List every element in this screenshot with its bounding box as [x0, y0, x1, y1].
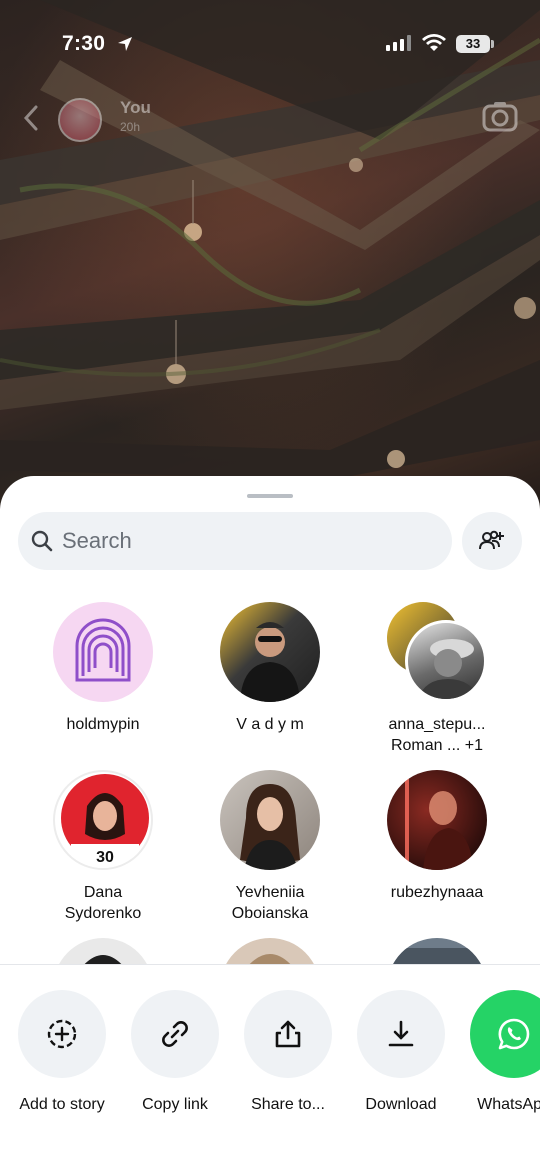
search-icon [31, 530, 53, 552]
avatar [220, 938, 320, 964]
person-photo [240, 622, 300, 702]
location-arrow-icon [118, 37, 132, 51]
contact-name: V a d y m [236, 716, 304, 733]
search-input[interactable] [62, 512, 442, 570]
contact-name: Yevheniia [235, 884, 305, 901]
avatar [387, 938, 487, 964]
action-circle [357, 990, 445, 1078]
add-people-icon [479, 530, 504, 550]
story-avatar[interactable] [58, 98, 102, 142]
contact-name-line2: Oboianska [231, 905, 309, 922]
share-actions-row: Add to story Copy link Share to... Downl… [0, 990, 540, 1130]
contact-name-line2: Sydorenko [64, 905, 142, 922]
contact-name: anna_stepu... [388, 716, 486, 733]
download-button[interactable]: Download [345, 990, 457, 1114]
person-photo [240, 784, 300, 870]
status-time: 7:30 [62, 32, 106, 55]
avatar [220, 602, 320, 702]
battery-tip [491, 40, 494, 48]
contact-name: Dana [83, 884, 123, 901]
contact-rubezhynaaa[interactable]: rubezhynaaa [352, 770, 522, 903]
avatar [53, 938, 153, 964]
contact-partial[interactable] [18, 938, 188, 964]
contact-yevheniia-oboianska[interactable]: Yevheniia Oboianska [185, 770, 355, 924]
contact-name: holdmypin [66, 716, 140, 733]
contact-name: rubezhynaaa [390, 884, 484, 901]
contact-name-line2: Roman ... +1 [390, 737, 484, 754]
add-story-icon [47, 1019, 77, 1049]
action-circle [131, 990, 219, 1078]
cellular-signal-icon [386, 35, 411, 51]
person-photo [405, 770, 473, 870]
avatar [220, 770, 320, 870]
share-icon [275, 1020, 301, 1048]
share-sheet: holdmypin V a d y m [0, 476, 540, 1174]
action-circle [18, 990, 106, 1078]
person-photo: 30 [61, 774, 149, 868]
action-label: Share to... [251, 1096, 325, 1113]
story-timestamp: 20h [120, 120, 141, 134]
action-circle [470, 990, 540, 1078]
create-group-button[interactable] [462, 512, 522, 570]
wifi-icon [422, 34, 446, 51]
contact-vadym[interactable]: V a d y m [185, 602, 355, 735]
back-chevron-icon[interactable] [22, 104, 40, 132]
actions-divider [0, 964, 540, 965]
link-icon [162, 1021, 188, 1047]
holdmypin-logo-icon [75, 618, 131, 682]
whatsapp-button[interactable]: WhatsApp [458, 990, 540, 1114]
search-bar[interactable] [18, 512, 452, 570]
story-username: You [120, 98, 151, 117]
action-label: Add to story [19, 1096, 105, 1113]
group-avatar [387, 602, 487, 702]
copy-link-button[interactable]: Copy link [119, 990, 231, 1114]
whatsapp-icon [498, 1018, 530, 1050]
download-icon [388, 1020, 414, 1047]
story-header: You 20h [0, 92, 540, 152]
action-label: Download [365, 1096, 437, 1113]
sheet-grabber[interactable] [247, 494, 293, 498]
add-to-story-button[interactable]: Add to story [6, 990, 118, 1114]
avatar [387, 770, 487, 870]
avatar [53, 602, 153, 702]
svg-text:30: 30 [96, 849, 114, 866]
contact-partial[interactable] [185, 938, 355, 964]
action-circle [244, 990, 332, 1078]
battery-indicator: 33 [456, 35, 490, 53]
group-avatar-front [405, 620, 487, 702]
action-label: Copy link [142, 1096, 208, 1113]
contact-holdmypin[interactable]: holdmypin [18, 602, 188, 735]
contact-group-anna-roman[interactable]: anna_stepu... Roman ... +1 [352, 602, 522, 756]
status-bar: 7:30 33 [0, 0, 540, 90]
share-to-button[interactable]: Share to... [232, 990, 344, 1114]
contact-partial[interactable] [352, 938, 522, 964]
avatar: 30 [53, 770, 153, 870]
camera-icon[interactable] [482, 100, 518, 132]
action-label: WhatsApp [477, 1096, 540, 1113]
contact-dana-sydorenko[interactable]: 30 Dana Sydorenko [18, 770, 188, 924]
